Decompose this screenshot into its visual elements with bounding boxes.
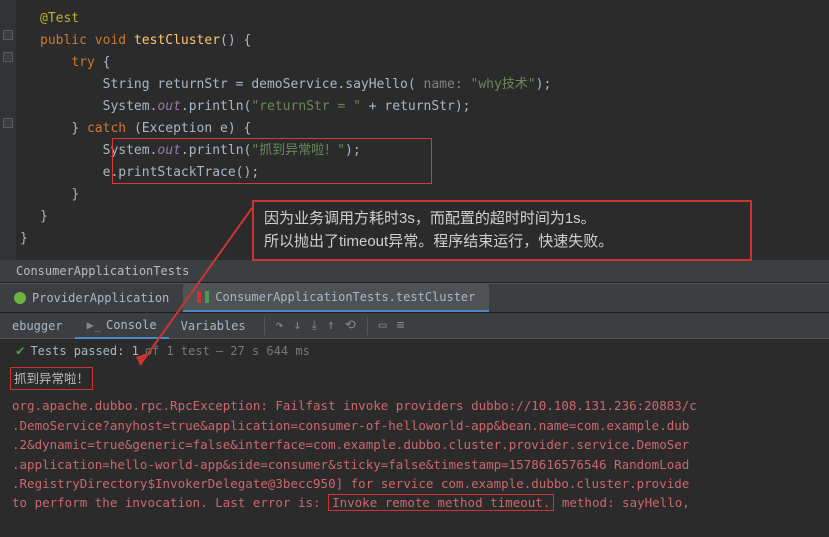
test-icon [205, 291, 209, 303]
separator [367, 317, 368, 335]
console-output[interactable]: 抓到异常啦！ org.apache.dubbo.rpc.RpcException… [0, 363, 829, 525]
separator [264, 317, 265, 335]
test-status-bar: ✔ Tests passed: 1 of 1 test – 27 s 644 m… [0, 339, 829, 363]
checkmark-icon: ✔ [16, 343, 24, 359]
breadcrumb[interactable]: ConsumerApplicationTests [16, 264, 829, 282]
fold-icon[interactable] [3, 118, 13, 128]
step-out-icon[interactable]: ↑ [322, 314, 340, 337]
stacktrace-line: .RegistryDirectory$InvokerDelegate@3becc… [12, 474, 817, 493]
tests-passed-label: Tests passed: 1 [30, 344, 138, 358]
stacktrace-line: .application=hello-world-app&side=consum… [12, 455, 817, 474]
tab-console[interactable]: ▶_ Console [75, 313, 169, 339]
step-over-icon[interactable]: ↷ [271, 314, 289, 337]
force-step-icon[interactable]: ⤓ [306, 314, 322, 337]
stacktrace-line: .2&dynamic=true&generic=false&interface=… [12, 435, 817, 454]
timeout-error-highlight: Invoke remote method timeout. [328, 494, 554, 511]
evaluate-icon[interactable]: ≡ [392, 314, 410, 337]
stacktrace-line: .DemoService?anyhost=true&application=co… [12, 416, 817, 435]
tests-of-label: of 1 test [145, 344, 210, 358]
stacktrace-line: to perform the invocation. Last error is… [12, 493, 817, 512]
fold-icon[interactable] [3, 52, 13, 62]
tests-time-label: – 27 s 644 ms [216, 344, 310, 358]
editor-gutter [0, 0, 16, 260]
run-to-cursor-icon[interactable]: ▭ [374, 314, 392, 337]
explanation-callout: 因为业务调用方耗时3s，而配置的超时时间为1s。 所以抛出了timeout异常。… [252, 200, 752, 261]
debug-tool-tabs: ebugger ▶_ Console Variables ↷ ↓ ⤓ ↑ ⟲ ▭… [0, 313, 829, 339]
annotation-test: @Test [40, 11, 79, 26]
step-into-icon[interactable]: ↓ [288, 314, 306, 337]
drop-frame-icon[interactable]: ⟲ [340, 314, 361, 337]
test-icon [197, 291, 201, 303]
tab-provider-application[interactable]: ProviderApplication [0, 284, 183, 312]
tab-variables[interactable]: Variables [169, 314, 258, 338]
stacktrace-line: org.apache.dubbo.rpc.RpcException: Failf… [12, 396, 817, 415]
tab-debugger[interactable]: ebugger [0, 314, 75, 338]
spring-icon [14, 292, 26, 304]
run-config-tabs: ProviderApplication ConsumerApplicationT… [0, 283, 829, 313]
tab-consumer-tests[interactable]: ConsumerApplicationTests.testCluster [183, 284, 489, 312]
caught-exception-output: 抓到异常啦！ [10, 367, 93, 390]
console-icon: ▶_ [87, 318, 101, 332]
fold-icon[interactable] [3, 30, 13, 40]
breadcrumb-bar: ConsumerApplicationTests [0, 260, 829, 283]
